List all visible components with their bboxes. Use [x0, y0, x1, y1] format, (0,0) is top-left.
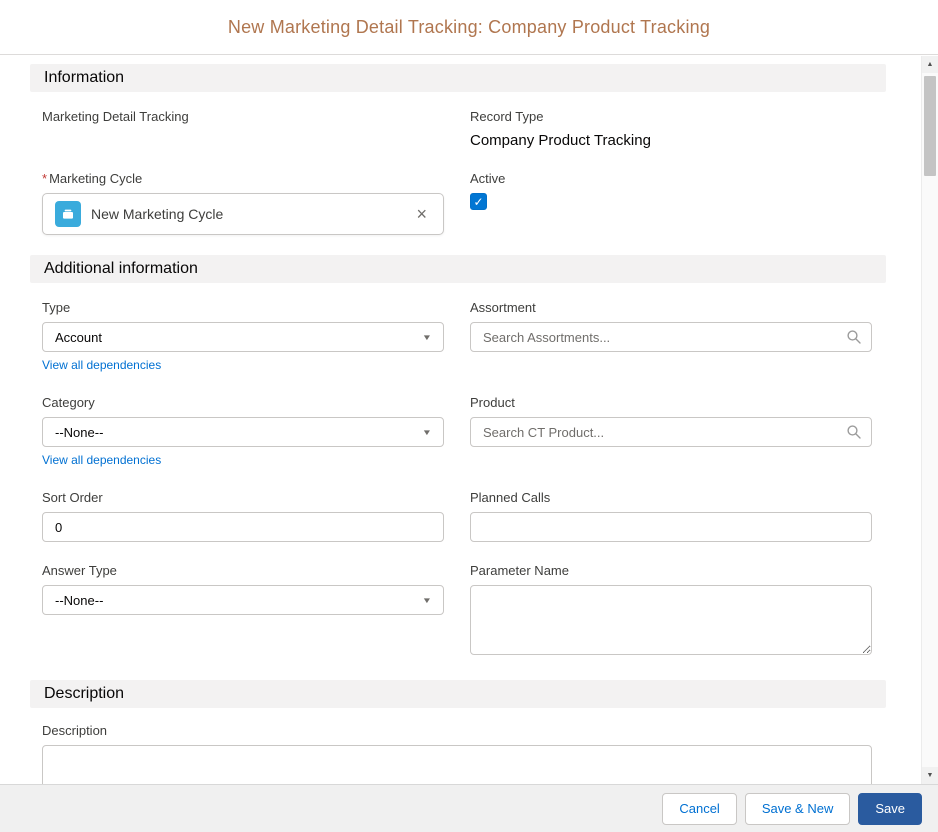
marketing-cycle-lookup-pill[interactable]: New Marketing Cycle ×: [42, 193, 444, 235]
type-label: Type: [42, 300, 71, 315]
field-assortment: Assortment: [470, 299, 872, 374]
field-description: Description: [42, 722, 872, 784]
type-view-dependencies-link[interactable]: View all dependencies: [42, 358, 161, 372]
answer-type-dropdown-value: --None--: [55, 592, 104, 608]
modal-title: New Marketing Detail Tracking: Company P…: [227, 16, 711, 37]
marketing-detail-tracking-label: Marketing Detail Tracking: [42, 109, 189, 124]
answer-type-dropdown[interactable]: --None-- ▼: [42, 585, 444, 615]
category-dropdown[interactable]: --None-- ▼: [42, 417, 444, 447]
product-label: Product: [470, 395, 515, 410]
section-header-description: Description: [30, 680, 886, 708]
assortment-search-input[interactable]: [470, 322, 872, 352]
required-asterisk: *: [42, 171, 48, 186]
additional-grid: Type Account ▼ View all dependencies Ass…: [30, 283, 886, 680]
planned-calls-input[interactable]: [470, 512, 872, 542]
new-record-modal: New Marketing Detail Tracking: Company P…: [0, 0, 938, 832]
sort-order-label: Sort Order: [42, 490, 103, 505]
field-type: Type Account ▼ View all dependencies: [42, 299, 444, 374]
planned-calls-label: Planned Calls: [470, 490, 551, 505]
scroll-down-icon[interactable]: ▼: [922, 767, 938, 784]
field-sort-order: Sort Order: [42, 489, 444, 542]
form-scroll-area: Information Marketing Detail Tracking Re…: [0, 56, 921, 784]
modal-body: Information Marketing Detail Tracking Re…: [0, 56, 938, 784]
marketing-cycle-label: * Marketing Cycle: [42, 170, 444, 188]
record-type-value: Company Product Tracking: [470, 132, 651, 149]
type-dropdown[interactable]: Account ▼: [42, 322, 444, 352]
field-answer-type: Answer Type --None-- ▼: [42, 562, 444, 660]
cancel-button[interactable]: Cancel: [662, 792, 737, 825]
category-label: Category: [42, 395, 95, 410]
field-record-type: Record Type Company Product Tracking: [470, 108, 872, 150]
chevron-down-icon: ▼: [421, 332, 433, 342]
section-title-information: Information: [44, 69, 125, 86]
parameter-name-textarea[interactable]: [470, 585, 872, 655]
record-type-label: Record Type: [470, 109, 544, 124]
remove-selection-icon[interactable]: ×: [412, 203, 431, 225]
marketing-cycle-label-text: Marketing Cycle: [49, 171, 143, 186]
section-title-additional: Additional information: [44, 260, 198, 277]
field-planned-calls: Planned Calls: [470, 489, 872, 542]
scroll-up-icon[interactable]: ▲: [922, 56, 938, 73]
section-header-additional: Additional information: [30, 255, 886, 283]
product-search-input[interactable]: [470, 417, 872, 447]
scrollbar-thumb[interactable]: [924, 76, 936, 176]
field-marketing-detail-tracking: Marketing Detail Tracking: [42, 108, 444, 150]
assortment-label: Assortment: [470, 300, 536, 315]
chevron-down-icon: ▼: [421, 595, 433, 605]
field-product: Product: [470, 394, 872, 469]
section-title-description: Description: [44, 685, 125, 702]
active-label: Active: [470, 171, 506, 186]
type-dropdown-value: Account: [55, 329, 102, 345]
modal-header: New Marketing Detail Tracking: Company P…: [0, 0, 938, 55]
field-category: Category --None-- ▼ View all dependencie…: [42, 394, 444, 469]
sort-order-input[interactable]: [42, 512, 444, 542]
description-textarea[interactable]: [42, 745, 872, 784]
chevron-down-icon: ▼: [421, 427, 433, 437]
active-checkbox[interactable]: ✓: [470, 193, 487, 210]
category-view-dependencies-link[interactable]: View all dependencies: [42, 453, 161, 467]
category-dropdown-value: --None--: [55, 424, 104, 440]
modal-footer: Cancel Save & New Save: [0, 784, 938, 832]
field-marketing-cycle: * Marketing Cycle New Marketing Cycle ×: [42, 170, 444, 235]
answer-type-label: Answer Type: [42, 563, 117, 578]
description-grid: Description: [30, 708, 886, 784]
description-label: Description: [42, 723, 108, 738]
section-header-information: Information: [30, 64, 886, 92]
field-active: Active ✓: [470, 170, 872, 235]
vertical-scrollbar[interactable]: ▲ ▼: [921, 56, 938, 784]
check-icon: ✓: [473, 194, 484, 209]
marketing-cycle-object-icon: [55, 201, 81, 227]
save-and-new-button[interactable]: Save & New: [744, 792, 851, 825]
parameter-name-label: Parameter Name: [470, 563, 569, 578]
save-button[interactable]: Save: [858, 792, 922, 825]
marketing-cycle-selected-value: New Marketing Cycle: [91, 206, 224, 222]
information-grid: Marketing Detail Tracking Record Type Co…: [30, 92, 886, 255]
field-parameter-name: Parameter Name: [470, 562, 872, 660]
